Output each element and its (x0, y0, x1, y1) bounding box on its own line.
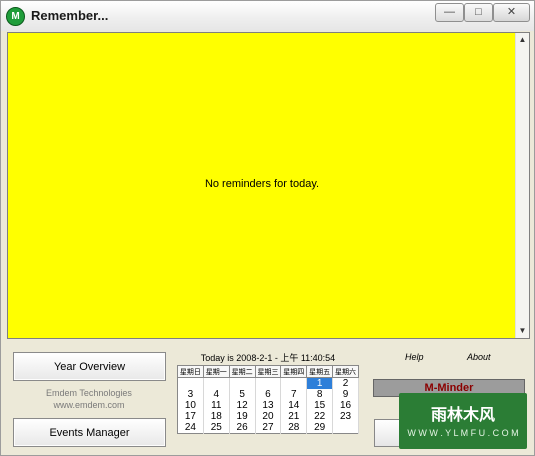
help-link[interactable]: Help (405, 352, 424, 362)
calendar-day[interactable]: 4 (203, 389, 230, 400)
scroll-up-icon[interactable]: ▲ (516, 33, 529, 47)
app-logo-icon: M (6, 7, 25, 26)
weekday-header: 星期二 (228, 365, 256, 378)
company-name: Emdem Technologies (46, 388, 132, 398)
calendar-week-row: 3456789 (177, 389, 359, 400)
calendar-day[interactable]: 1 (306, 377, 334, 389)
calendar-day[interactable]: 16 (332, 400, 359, 411)
weekday-header: 星期四 (280, 365, 308, 378)
calendar-day[interactable]: 12 (229, 400, 256, 411)
calendar-day[interactable]: 10 (177, 400, 204, 411)
calendar-day[interactable]: 25 (203, 422, 230, 434)
calendar-day[interactable]: 5 (229, 389, 256, 400)
calendar-day (280, 377, 308, 389)
calendar-day[interactable]: 18 (203, 411, 230, 422)
calendar-week-row: 10 11 12 13 14 15 16 (177, 400, 359, 411)
calendar-day[interactable]: 15 (306, 400, 334, 411)
watermark-url: W W W . Y L M F U . C O M (407, 428, 519, 438)
company-info: Emdem Technologies www.emdem.com (13, 387, 165, 411)
calendar-day[interactable]: 26 (229, 422, 256, 434)
calendar-day[interactable]: 19 (229, 411, 256, 422)
vertical-scrollbar[interactable]: ▲ ▼ (515, 33, 529, 338)
calendar-day[interactable]: 21 (280, 411, 308, 422)
calendar-day (332, 422, 359, 434)
calendar-day[interactable]: 7 (280, 389, 308, 400)
title-bar[interactable]: M Remember... — □ ✕ (1, 1, 534, 31)
calendar-day[interactable]: 22 (306, 411, 334, 422)
watermark-logo: 雨林木风 W W W . Y L M F U . C O M (399, 393, 527, 449)
weekday-header: 星期三 (254, 365, 282, 378)
scroll-down-icon[interactable]: ▼ (516, 324, 529, 338)
calendar-day[interactable]: 9 (332, 389, 359, 400)
action-button[interactable] (374, 419, 402, 447)
month-calendar[interactable]: 星期日 星期一 星期二 星期三 星期四 星期五 星期六 1 2 3 4 5 6 7 8 9 10 11 12 13 1… (177, 365, 359, 434)
weekday-header: 星期日 (177, 365, 204, 378)
calendar-week-row: 24 25 26 27 28 29 (177, 422, 359, 434)
company-url: www.emdem.com (53, 400, 125, 410)
weekday-header: 星期一 (202, 365, 230, 378)
watermark-text: 雨林木风 (430, 407, 495, 424)
events-manager-button[interactable]: Events Manager (13, 418, 166, 447)
window-title: Remember... (31, 8, 109, 23)
calendar-day[interactable]: 24 (177, 422, 204, 434)
calendar-day[interactable]: 23 (332, 411, 359, 422)
calendar-day (177, 377, 204, 389)
year-overview-button[interactable]: Year Overview (13, 352, 166, 381)
calendar-day (203, 377, 230, 389)
no-reminders-message: No reminders for today. (204, 178, 320, 190)
close-button[interactable]: ✕ (493, 3, 530, 22)
weekday-header: 星期六 (332, 365, 359, 378)
today-label: Today is 2008-2-1 - 上午 11:40:54 (200, 353, 336, 363)
maximize-button[interactable]: □ (464, 3, 493, 22)
about-link[interactable]: About (467, 352, 491, 362)
calendar-day[interactable]: 20 (255, 411, 282, 422)
calendar-week-row: 17 18 19 20 21 22 23 (177, 411, 359, 422)
calendar-day (229, 377, 256, 389)
calendar-day[interactable]: 8 (306, 389, 334, 400)
calendar-day[interactable]: 29 (306, 422, 334, 434)
calendar-day[interactable]: 2 (332, 377, 359, 389)
weekday-header: 星期五 (306, 365, 334, 378)
calendar-day[interactable]: 13 (255, 400, 282, 411)
app-window: M Remember... — □ ✕ No reminders for tod… (0, 0, 535, 456)
calendar-day[interactable]: 3 (177, 389, 204, 400)
calendar-week-row: 12 (177, 377, 359, 389)
reminder-area: No reminders for today. ▲ ▼ (7, 32, 530, 339)
minimize-button[interactable]: — (435, 3, 464, 22)
calendar-day[interactable]: 6 (255, 389, 282, 400)
weekday-header-row: 星期日 星期一 星期二 星期三 星期四 星期五 星期六 (177, 365, 359, 378)
calendar-day[interactable]: 17 (177, 411, 204, 422)
calendar-day[interactable]: 14 (280, 400, 308, 411)
calendar-day[interactable]: 28 (280, 422, 308, 434)
calendar-day[interactable]: 11 (203, 400, 230, 411)
calendar-day[interactable]: 27 (255, 422, 282, 434)
calendar-day (255, 377, 282, 389)
